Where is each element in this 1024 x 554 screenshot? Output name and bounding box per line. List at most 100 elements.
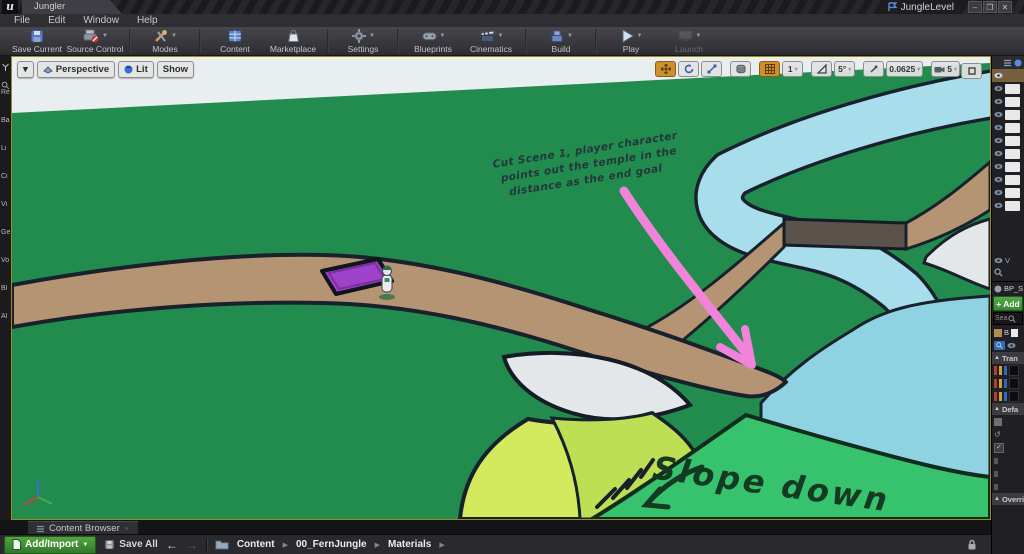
- value-box[interactable]: [1009, 391, 1019, 402]
- close-button[interactable]: ✕: [998, 1, 1012, 13]
- scale-tool-button[interactable]: [701, 61, 722, 77]
- breadcrumb-fernjungle[interactable]: 00_FernJungle: [296, 539, 367, 550]
- outliner-row[interactable]: [992, 186, 1024, 199]
- scale-snap-toggle[interactable]: [863, 61, 884, 77]
- show-menu-button[interactable]: Show: [157, 61, 194, 78]
- selected-actor-row[interactable]: BP_S: [992, 282, 1024, 295]
- camera-speed-button[interactable]: 5▾: [931, 61, 960, 77]
- source-control-button[interactable]: ▼ Source Control: [66, 27, 124, 55]
- grid-snap-toggle[interactable]: [759, 61, 780, 77]
- details-property-row[interactable]: [992, 480, 1024, 493]
- eye-icon[interactable]: [994, 85, 1003, 92]
- floppy-icon: [104, 539, 115, 550]
- eye-icon[interactable]: [994, 137, 1003, 144]
- outliner-row[interactable]: [992, 121, 1024, 134]
- save-current-button[interactable]: Save Current: [8, 27, 66, 55]
- eye-icon[interactable]: [994, 150, 1003, 157]
- outliner-row[interactable]: [992, 69, 1024, 82]
- level-viewport[interactable]: Cut Scene 1, player character points out…: [11, 56, 991, 520]
- eye-icon[interactable]: [994, 111, 1003, 118]
- default-section-header[interactable]: ▲Defa: [992, 403, 1024, 415]
- transform-section-header[interactable]: ▲Tran: [992, 352, 1024, 364]
- scale-snap-value[interactable]: 0.0625▾: [886, 61, 923, 77]
- eye-icon[interactable]: [994, 98, 1003, 105]
- browse-icon[interactable]: [994, 329, 1002, 337]
- viewport-options-button[interactable]: ▾: [17, 61, 34, 78]
- checkbox-checked[interactable]: ✓: [994, 443, 1004, 453]
- transform-rotation-row[interactable]: [992, 377, 1024, 390]
- toolbar-separator: [129, 29, 131, 53]
- menu-edit[interactable]: Edit: [40, 15, 73, 26]
- outliner-row[interactable]: [992, 134, 1024, 147]
- add-component-button[interactable]: + Add: [993, 296, 1023, 311]
- eye-icon[interactable]: [1007, 342, 1016, 349]
- menu-window[interactable]: Window: [75, 15, 127, 26]
- outliner-row[interactable]: [992, 108, 1024, 121]
- add-import-button[interactable]: Add/Import ▼: [4, 536, 96, 554]
- content-browser-tab[interactable]: Content Browser ✕: [28, 521, 138, 535]
- lit-sphere-icon: [124, 65, 133, 74]
- move-tool-button[interactable]: [655, 61, 676, 77]
- content-button[interactable]: Content: [206, 27, 264, 55]
- back-arrow-icon[interactable]: ←: [166, 538, 178, 552]
- close-tab-icon[interactable]: ✕: [124, 525, 130, 533]
- transform-location-row[interactable]: [992, 364, 1024, 377]
- details-property-row[interactable]: ↺: [992, 428, 1024, 441]
- outliner-row[interactable]: [992, 173, 1024, 186]
- doc-icon[interactable]: [1011, 329, 1018, 337]
- eye-icon[interactable]: [994, 189, 1003, 196]
- outliner-row[interactable]: [992, 82, 1024, 95]
- maximize-viewport-button[interactable]: [961, 63, 982, 79]
- details-property-row[interactable]: ✓: [992, 441, 1024, 454]
- menu-help[interactable]: Help: [129, 15, 166, 26]
- details-filter-row[interactable]: [992, 339, 1024, 352]
- checkbox[interactable]: [994, 418, 1002, 426]
- eye-icon[interactable]: [994, 163, 1003, 170]
- outliner-row[interactable]: [992, 147, 1024, 160]
- forward-arrow-icon[interactable]: →: [186, 538, 198, 552]
- project-tab[interactable]: Jungler: [22, 0, 122, 14]
- build-button[interactable]: ▼ Build: [532, 27, 590, 55]
- details-property-row[interactable]: [992, 467, 1024, 480]
- eye-icon[interactable]: [994, 202, 1003, 209]
- override-section-header[interactable]: ▲Overri: [992, 493, 1024, 505]
- eye-icon[interactable]: [994, 124, 1003, 131]
- rotation-snap-toggle[interactable]: [811, 61, 832, 77]
- floppy-icon: [29, 28, 45, 43]
- transform-scale-row[interactable]: [992, 390, 1024, 403]
- breadcrumb-materials[interactable]: Materials: [388, 539, 431, 550]
- outliner-row[interactable]: [992, 160, 1024, 173]
- modes-button[interactable]: ▼ Modes: [136, 27, 194, 55]
- lock-icon[interactable]: [967, 538, 977, 554]
- details-property-row[interactable]: [992, 415, 1024, 428]
- details-search-input[interactable]: Sea: [993, 312, 1023, 325]
- outliner-search[interactable]: [992, 266, 1024, 279]
- reset-icon[interactable]: ↺: [994, 430, 1001, 439]
- view-mode-button[interactable]: Lit: [118, 61, 154, 78]
- rotation-snap-value[interactable]: 5°▾: [834, 61, 855, 77]
- main-toolbar: Save Current ▼ Source Control ▼ Modes Co…: [0, 27, 1024, 56]
- zoom-icon[interactable]: [994, 341, 1005, 350]
- outliner-row[interactable]: [992, 95, 1024, 108]
- eye-icon[interactable]: [994, 176, 1003, 183]
- marketplace-button[interactable]: Marketplace: [264, 27, 322, 55]
- maximize-button[interactable]: ❐: [983, 1, 997, 13]
- value-box[interactable]: [1009, 378, 1019, 389]
- minimize-button[interactable]: –: [968, 1, 982, 13]
- details-property-row[interactable]: [992, 454, 1024, 467]
- breadcrumb-content[interactable]: Content: [237, 539, 275, 550]
- camera-mode-button[interactable]: Perspective: [37, 61, 115, 78]
- outliner-row[interactable]: [992, 199, 1024, 212]
- value-box[interactable]: [1009, 365, 1019, 376]
- surface-snapping-button[interactable]: [730, 61, 751, 77]
- play-button[interactable]: ▼ Play: [602, 27, 660, 55]
- menu-file[interactable]: File: [6, 15, 38, 26]
- details-toolbar-row[interactable]: B: [992, 326, 1024, 339]
- rotate-tool-button[interactable]: [678, 61, 699, 77]
- settings-button[interactable]: ▼ Settings: [334, 27, 392, 55]
- eye-icon[interactable]: [994, 72, 1003, 79]
- save-all-button[interactable]: Save All: [104, 539, 158, 550]
- grid-snap-value[interactable]: 1▾: [782, 61, 803, 77]
- cinematics-button[interactable]: ▼ Cinematics: [462, 27, 520, 55]
- blueprints-button[interactable]: ▼ Blueprints: [404, 27, 462, 55]
